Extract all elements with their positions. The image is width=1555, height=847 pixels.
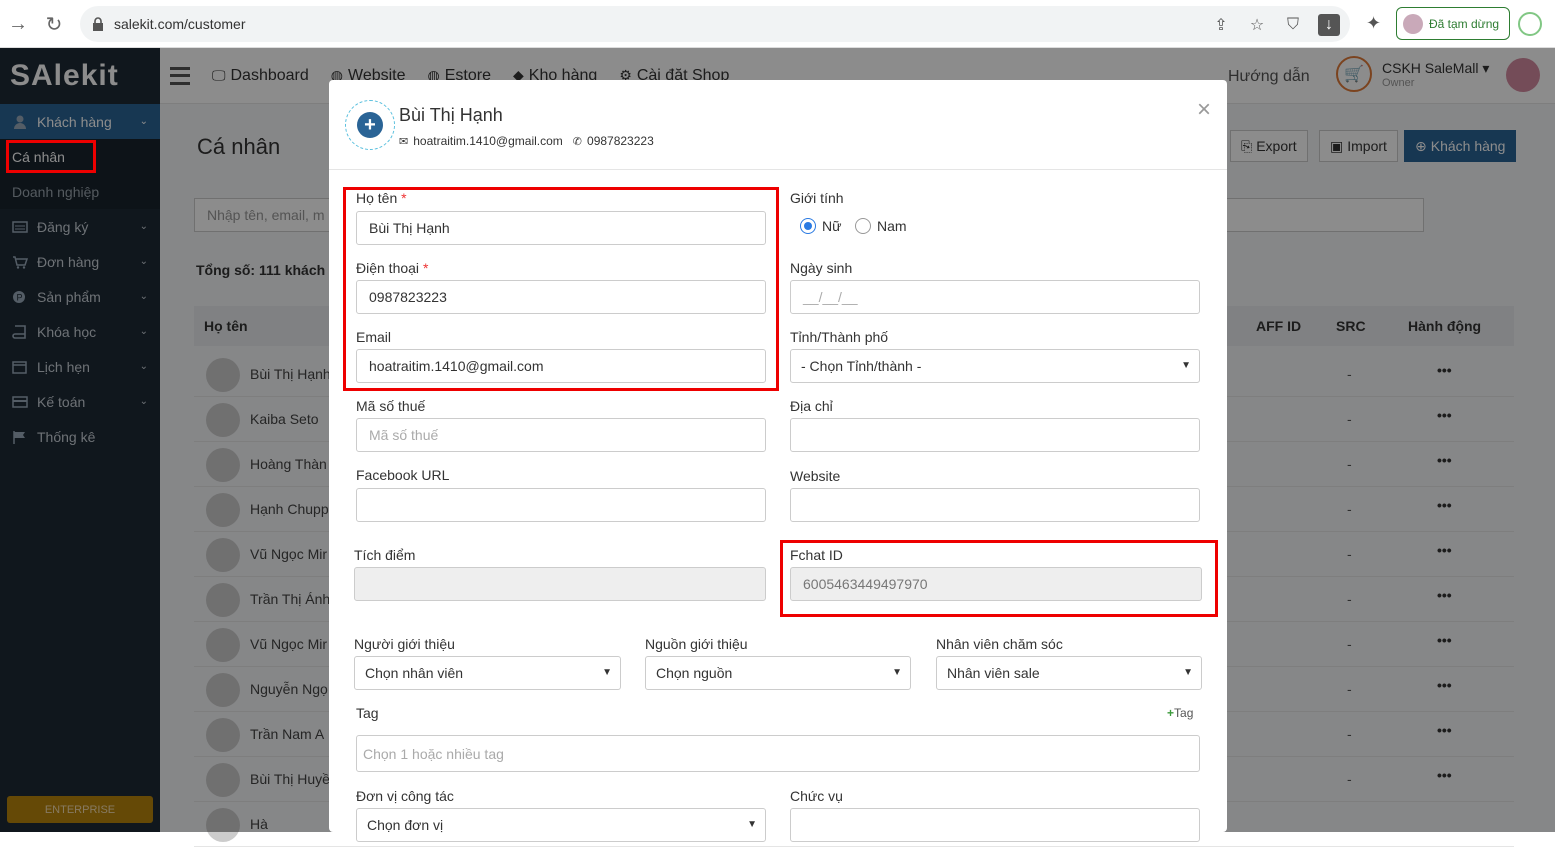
address-bar[interactable]: salekit.com/customer ⇪ ☆ ⛉ ↓ [80, 6, 1350, 42]
staff-value: Nhân viên sale [947, 665, 1040, 681]
website-label: Website [790, 468, 841, 484]
tax-label: Mã số thuế [356, 398, 426, 414]
modal-email: hoatraitim.1410@gmail.com [413, 134, 563, 148]
source-label: Nguồn giới thiệu [645, 636, 748, 652]
points-field [354, 567, 766, 601]
org-label: Đơn vị công tác [356, 788, 454, 804]
address-field[interactable] [790, 418, 1200, 452]
tax-field[interactable]: Mã số thuế [356, 418, 766, 452]
points-label: Tích điểm [354, 547, 416, 563]
profile-avatar [1403, 13, 1423, 34]
website-field[interactable] [790, 488, 1200, 522]
position-field[interactable] [790, 808, 1200, 842]
staff-label: Nhân viên chăm sóc [936, 636, 1063, 652]
facebook-label: Facebook URL [356, 467, 450, 483]
profile-paused-button[interactable]: Đã tạm dừng [1396, 7, 1510, 40]
facebook-field[interactable] [356, 488, 766, 522]
star-icon[interactable]: ☆ [1246, 14, 1268, 36]
referrer-value: Chọn nhân viên [365, 665, 464, 681]
referrer-label: Người giới thiệu [354, 636, 455, 652]
gender-label: Giới tính [790, 190, 844, 206]
envelope-icon: ✉ [399, 135, 409, 148]
source-value: Chọn nguồn [656, 665, 733, 681]
highlight-box [343, 187, 779, 391]
close-icon[interactable]: × [1197, 96, 1211, 124]
upload-avatar-button[interactable]: + [345, 100, 395, 150]
city-select[interactable]: - Chọn Tỉnh/thành - ▼ [790, 349, 1200, 383]
reload-icon[interactable]: ↻ [36, 6, 72, 42]
modal-contact: ✉ hoatraitim.1410@gmail.com ✆ 0987823223 [399, 134, 654, 148]
lock-icon [93, 17, 103, 31]
forward-icon[interactable]: → [0, 6, 36, 42]
customer-modal: + Bùi Thị Hạnh ✉ hoatraitim.1410@gmail.c… [329, 80, 1227, 842]
highlight-box [6, 140, 96, 173]
chevron-down-icon: ▼ [892, 667, 902, 678]
browser-toolbar: → ↻ salekit.com/customer ⇪ ☆ ⛉ ↓ ✦ Đã tạ… [0, 0, 1555, 48]
position-label: Chức vụ [790, 788, 843, 804]
gender-female-radio[interactable] [800, 218, 816, 234]
add-tag-button[interactable]: +Tag [1167, 706, 1193, 720]
city-label: Tỉnh/Thành phố [790, 329, 889, 345]
plus-icon: + [357, 112, 383, 138]
birthday-label: Ngày sinh [790, 260, 853, 276]
org-value: Chọn đơn vị [367, 817, 444, 833]
modal-header: + Bùi Thị Hạnh ✉ hoatraitim.1410@gmail.c… [329, 80, 1227, 170]
tag-label: Tag [356, 705, 379, 721]
extensions-icon[interactable]: ✦ [1366, 13, 1381, 34]
gender-male-label: Nam [877, 218, 907, 234]
staff-select[interactable]: Nhân viên sale ▼ [936, 656, 1202, 690]
address-label: Địa chỉ [790, 398, 833, 414]
url-text: salekit.com/customer [114, 16, 246, 32]
city-value: - Chọn Tỉnh/thành - [801, 358, 922, 374]
gender-female-label: Nữ [822, 218, 842, 234]
chevron-down-icon: ▼ [747, 819, 757, 830]
referrer-select[interactable]: Chọn nhân viên ▼ [354, 656, 621, 690]
chevron-down-icon: ▼ [1181, 360, 1191, 371]
modal-title: Bùi Thị Hạnh [399, 105, 503, 125]
paused-label: Đã tạm dừng [1429, 16, 1500, 31]
share-icon[interactable]: ⇪ [1210, 14, 1232, 36]
tag-input[interactable]: Chọn 1 hoặc nhiều tag [356, 735, 1200, 772]
chevron-down-icon: ▼ [1183, 667, 1193, 678]
phone-icon: ✆ [572, 135, 583, 148]
shield-icon[interactable]: ⛉ [1282, 14, 1304, 36]
download-icon[interactable]: ↓ [1318, 14, 1340, 36]
birthday-field[interactable]: __/__/__ [790, 280, 1200, 314]
chevron-down-icon: ▼ [602, 667, 612, 678]
add-tag-label: Tag [1174, 706, 1194, 720]
status-circle-icon[interactable] [1518, 12, 1542, 36]
modal-phone: 0987823223 [587, 134, 654, 148]
org-select[interactable]: Chọn đơn vị ▼ [356, 808, 766, 842]
plus-icon: + [1167, 706, 1175, 720]
highlight-box [780, 540, 1218, 617]
source-select[interactable]: Chọn nguồn ▼ [645, 656, 911, 690]
gender-male-radio[interactable] [855, 218, 871, 234]
